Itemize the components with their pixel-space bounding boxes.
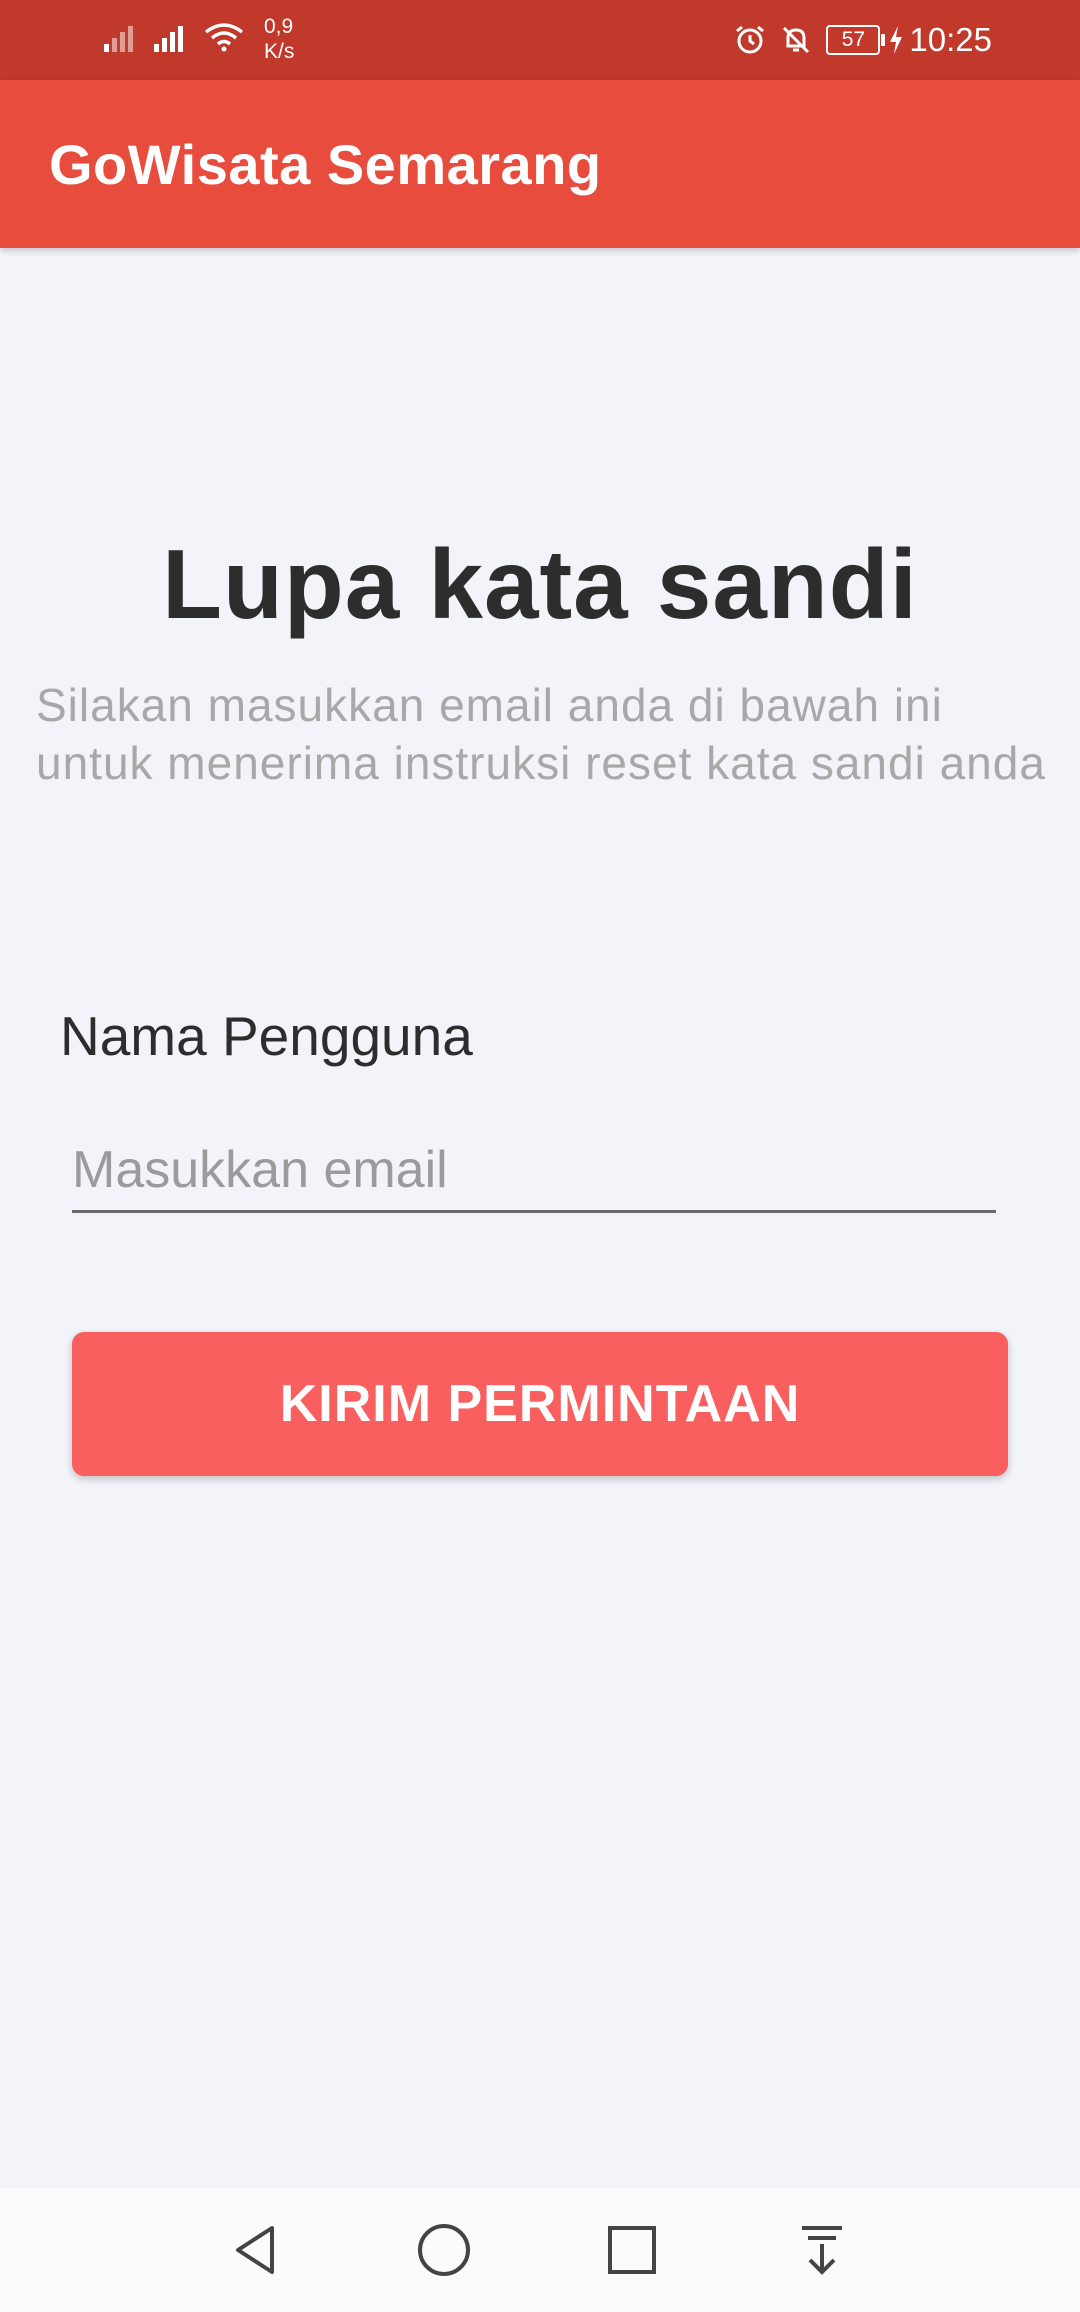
home-icon[interactable] (412, 2218, 476, 2282)
network-speed-value: 0,9 (264, 15, 294, 38)
status-bar: 0,9 K/s 57 10:25 (0, 0, 1080, 80)
battery-level: 57 (826, 25, 881, 55)
alarm-icon (736, 25, 765, 54)
email-input[interactable] (72, 1130, 996, 1213)
back-icon[interactable] (224, 2218, 288, 2282)
app-title: GoWisata Semarang (49, 133, 602, 196)
battery-tip (881, 34, 886, 46)
network-speed-unit: K/s (264, 40, 295, 63)
page-subtitle: Silakan masukkan email anda di bawah ini… (36, 679, 1046, 789)
system-nav-bar (0, 2188, 1080, 2312)
status-left-group: 0,9 K/s (104, 14, 294, 64)
signal-weak-icon (104, 26, 133, 52)
page-title: Lupa kata sandi (162, 529, 918, 639)
signal-icon (154, 26, 183, 52)
bell-off-icon (783, 26, 810, 54)
wifi-icon (204, 23, 244, 52)
notification-pull-icon[interactable] (790, 2218, 854, 2282)
clock: 10:25 (909, 21, 992, 58)
app-bar: GoWisata Semarang (0, 80, 1080, 248)
charging-icon (890, 26, 903, 54)
status-right-group: 57 10:25 (734, 16, 992, 64)
username-label: Nama Pengguna (60, 1005, 473, 1067)
battery-icon: 57 (826, 25, 886, 55)
submit-request-button[interactable]: KIRIM PERMINTAAN (72, 1332, 1008, 1476)
recents-icon[interactable] (600, 2218, 664, 2282)
network-speed: 0,9 K/s (264, 14, 294, 64)
